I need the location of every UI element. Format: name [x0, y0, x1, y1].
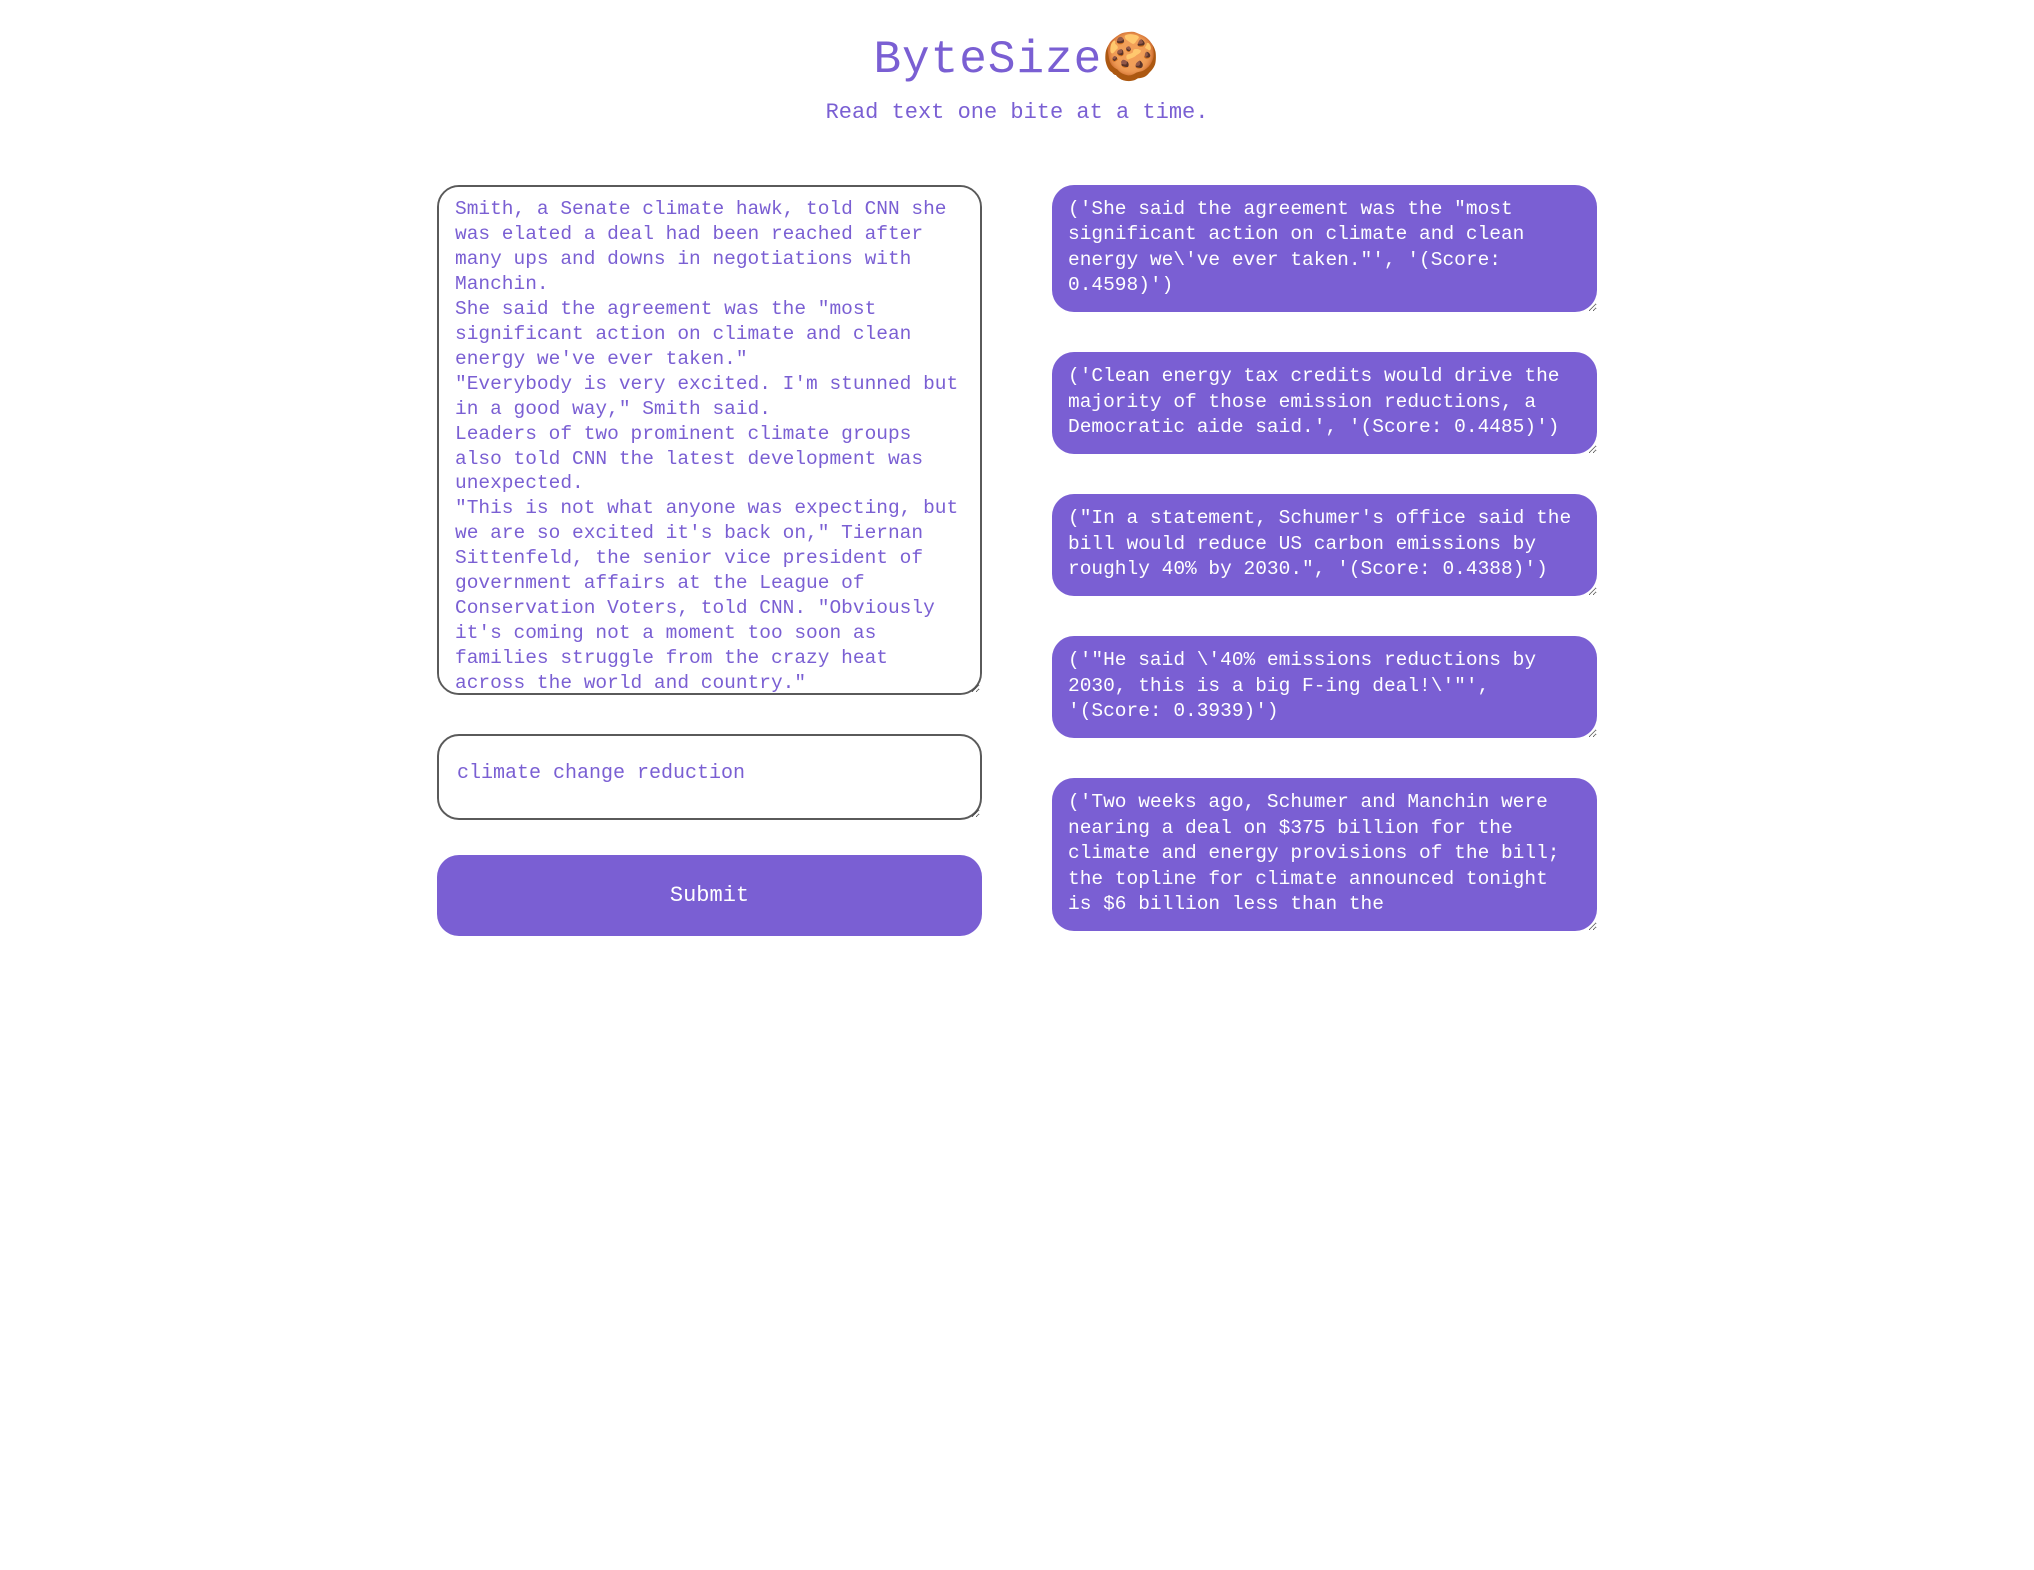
results-column: ('She said the agreement was the "most s…	[1052, 185, 1597, 931]
app-title: ByteSize🍪	[437, 30, 1597, 86]
submit-button[interactable]: Submit	[437, 855, 982, 936]
tagline: Read text one bite at a time.	[437, 100, 1597, 125]
result-card: ('Clean energy tax credits would drive t…	[1052, 352, 1597, 454]
cookie-icon: 🍪	[1102, 30, 1160, 84]
page-root: ByteSize🍪 Read text one bite at a time. …	[377, 0, 1657, 976]
main-columns: Submit ('She said the agreement was the …	[437, 185, 1597, 936]
result-text: ('Clean energy tax credits would drive t…	[1068, 365, 1559, 438]
result-text: ('She said the agreement was the "most s…	[1068, 198, 1524, 296]
header: ByteSize🍪 Read text one bite at a time.	[437, 30, 1597, 125]
result-card: ("In a statement, Schumer's office said …	[1052, 494, 1597, 596]
result-text: ('"He said \'40% emissions reductions by…	[1068, 649, 1536, 722]
result-text: ('Two weeks ago, Schumer and Manchin wer…	[1068, 791, 1559, 914]
source-text-input[interactable]	[437, 185, 982, 695]
result-card: ('She said the agreement was the "most s…	[1052, 185, 1597, 312]
result-card: ('Two weeks ago, Schumer and Manchin wer…	[1052, 778, 1597, 931]
app-title-text: ByteSize	[873, 34, 1102, 86]
left-column: Submit	[437, 185, 982, 936]
result-text: ("In a statement, Schumer's office said …	[1068, 507, 1571, 580]
result-card: ('"He said \'40% emissions reductions by…	[1052, 636, 1597, 738]
query-input[interactable]	[437, 734, 982, 820]
